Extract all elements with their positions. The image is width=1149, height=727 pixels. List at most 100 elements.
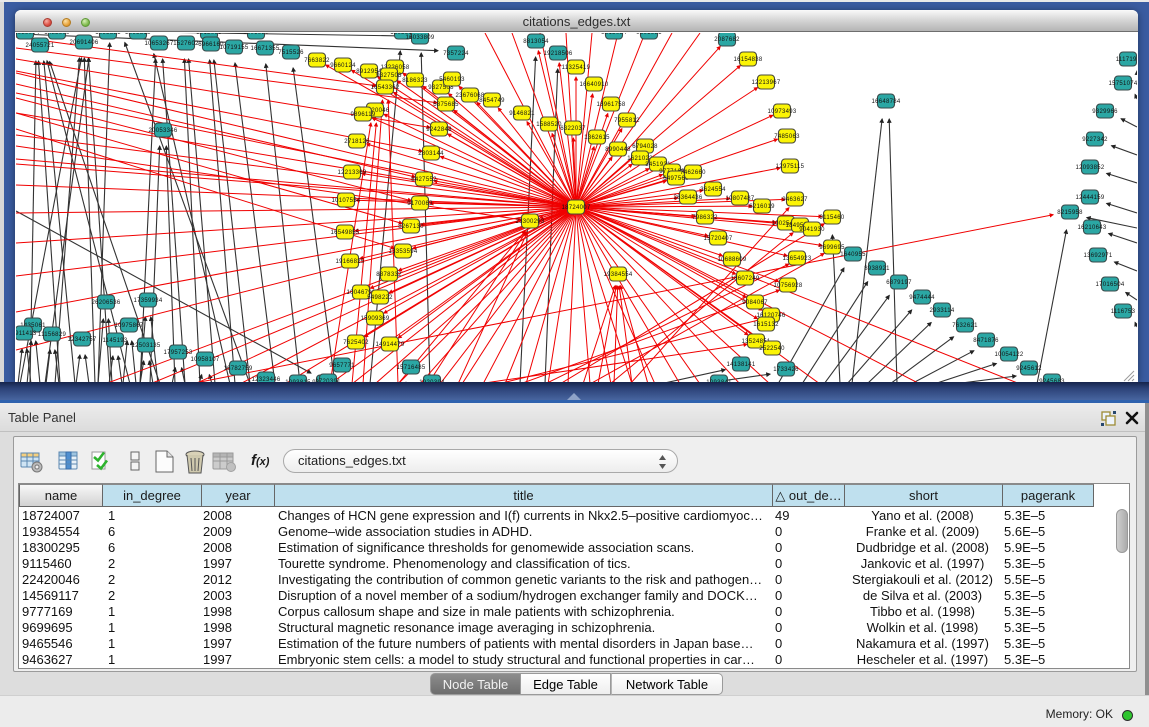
svg-text:12093852: 12093852	[1075, 165, 1104, 171]
svg-text:1527602: 1527602	[173, 41, 199, 47]
svg-text:15751074: 15751074	[1108, 81, 1137, 87]
svg-text:16782759: 16782759	[223, 366, 252, 372]
svg-text:10756928: 10756928	[773, 283, 802, 289]
svg-text:1362615: 1362615	[584, 135, 610, 141]
svg-text:9327503: 9327503	[376, 73, 402, 79]
svg-text:17957253: 17957253	[163, 350, 192, 356]
svg-text:11156829: 11156829	[38, 332, 67, 338]
svg-text:3624554: 3624554	[700, 187, 726, 193]
svg-text:16210643: 16210643	[1077, 225, 1106, 231]
svg-text:7625402: 7625402	[343, 340, 369, 346]
svg-text:1483909: 1483909	[44, 33, 70, 36]
svg-text:10807487: 10807487	[725, 196, 754, 202]
svg-text:16549855: 16549855	[330, 230, 359, 236]
svg-text:10107554: 10107554	[331, 198, 360, 204]
svg-text:6794028: 6794028	[632, 144, 658, 150]
svg-text:2093813: 2093813	[125, 33, 151, 36]
svg-text:8454749: 8454749	[479, 98, 505, 104]
svg-text:2087682: 2087682	[714, 37, 740, 43]
svg-text:19218506: 19218506	[543, 51, 572, 57]
svg-text:5460193: 5460193	[439, 77, 465, 83]
svg-text:8813054: 8813054	[601, 33, 627, 36]
svg-text:10975867: 10975867	[114, 323, 143, 329]
svg-text:9146821: 9146821	[509, 111, 535, 117]
svg-text:2522540: 2522540	[759, 346, 785, 352]
svg-text:9474444: 9474444	[909, 295, 935, 301]
svg-text:7955812: 7955812	[614, 118, 640, 124]
svg-text:14138141: 14138141	[726, 362, 755, 368]
svg-text:19166825: 19166825	[335, 259, 364, 265]
svg-text:1116753: 1116753	[1111, 309, 1136, 315]
svg-text:2803144: 2803144	[418, 151, 444, 157]
svg-text:9170063: 9170063	[407, 201, 433, 207]
svg-text:7357224: 7357224	[443, 51, 469, 57]
svg-text:9115460: 9115460	[819, 215, 844, 221]
svg-text:16154838: 16154838	[733, 57, 762, 63]
svg-text:17016504: 17016504	[1095, 282, 1124, 288]
svg-text:16939094: 16939094	[16, 33, 40, 36]
svg-text:8878332: 8878332	[376, 272, 402, 278]
svg-text:10719155: 10719155	[219, 45, 248, 51]
svg-text:8938921: 8938921	[864, 266, 890, 272]
svg-text:12503135: 12503135	[131, 343, 160, 349]
svg-text:16671355: 16671355	[250, 46, 279, 52]
svg-text:20691406: 20691406	[69, 40, 98, 46]
svg-text:24055721: 24055721	[25, 43, 54, 49]
svg-text:3911413: 3911413	[16, 331, 37, 337]
svg-text:8427552: 8427552	[411, 177, 437, 183]
svg-text:7462660: 7462660	[680, 170, 706, 176]
svg-text:13353594: 13353594	[388, 249, 417, 255]
svg-text:7632621: 7632621	[952, 323, 978, 329]
svg-text:9084067: 9084067	[742, 300, 768, 306]
svg-text:16961758: 16961758	[596, 102, 625, 108]
svg-text:15909369: 15909369	[360, 316, 389, 322]
svg-text:9657771: 9657771	[329, 363, 355, 369]
svg-text:13654923: 13654923	[782, 256, 811, 262]
svg-text:10958107: 10958107	[190, 357, 219, 363]
svg-text:9245612: 9245612	[1016, 366, 1042, 372]
svg-text:2718126: 2718126	[344, 139, 370, 145]
svg-text:16543362: 16543362	[370, 85, 399, 91]
svg-text:8912093: 8912093	[196, 33, 222, 36]
svg-text:10973493: 10973493	[767, 109, 796, 115]
svg-text:18607249: 18607249	[730, 276, 759, 282]
svg-text:7485063: 7485063	[774, 134, 800, 140]
svg-text:9242848: 9242848	[426, 127, 452, 133]
svg-text:2933114: 2933114	[929, 308, 954, 314]
svg-text:9660124: 9660124	[330, 63, 356, 69]
svg-text:12975115: 12975115	[776, 164, 805, 170]
svg-text:9301931: 9301931	[636, 33, 662, 36]
svg-text:9896119: 9896119	[350, 112, 375, 118]
svg-text:10653267: 10653267	[144, 41, 173, 47]
svg-text:9329966: 9329966	[1092, 109, 1118, 115]
svg-text:26364436: 26364436	[673, 195, 702, 201]
svg-text:6216019: 6216019	[749, 204, 775, 210]
svg-text:14914479: 14914479	[375, 342, 404, 348]
svg-text:1615132: 1615132	[753, 322, 779, 328]
svg-text:9227342: 9227342	[1082, 137, 1108, 143]
svg-text:12444159: 12444159	[1075, 195, 1104, 201]
svg-text:8267130: 8267130	[398, 224, 424, 230]
svg-text:5875685: 5875685	[433, 102, 459, 108]
svg-text:12213369: 12213369	[337, 170, 366, 176]
svg-text:10688609: 10688609	[717, 257, 746, 263]
svg-text:8471876: 8471876	[973, 338, 999, 344]
svg-text:9463627: 9463627	[782, 197, 808, 203]
svg-text:1733426: 1733426	[773, 367, 799, 373]
svg-text:1588520: 1588520	[536, 122, 562, 128]
svg-text:8186323: 8186323	[402, 78, 428, 84]
svg-text:8215958: 8215958	[1057, 210, 1083, 216]
svg-text:7663822: 7663822	[304, 58, 330, 64]
svg-text:9699695: 9699695	[819, 245, 845, 251]
svg-text:1093831: 1093831	[95, 33, 121, 36]
svg-text:10054122: 10054122	[994, 352, 1023, 358]
svg-text:16648784: 16648784	[871, 99, 900, 105]
svg-text:7515526: 7515526	[278, 50, 304, 56]
svg-text:1145193: 1145193	[102, 338, 127, 344]
svg-text:9041930: 9041930	[799, 227, 825, 233]
svg-text:1640955: 1640955	[840, 252, 866, 258]
svg-text:26206536: 26206536	[91, 300, 120, 306]
svg-text:20053346: 20053346	[148, 128, 177, 134]
svg-text:6322037: 6322037	[560, 126, 586, 132]
svg-text:16640910: 16640910	[579, 82, 608, 88]
